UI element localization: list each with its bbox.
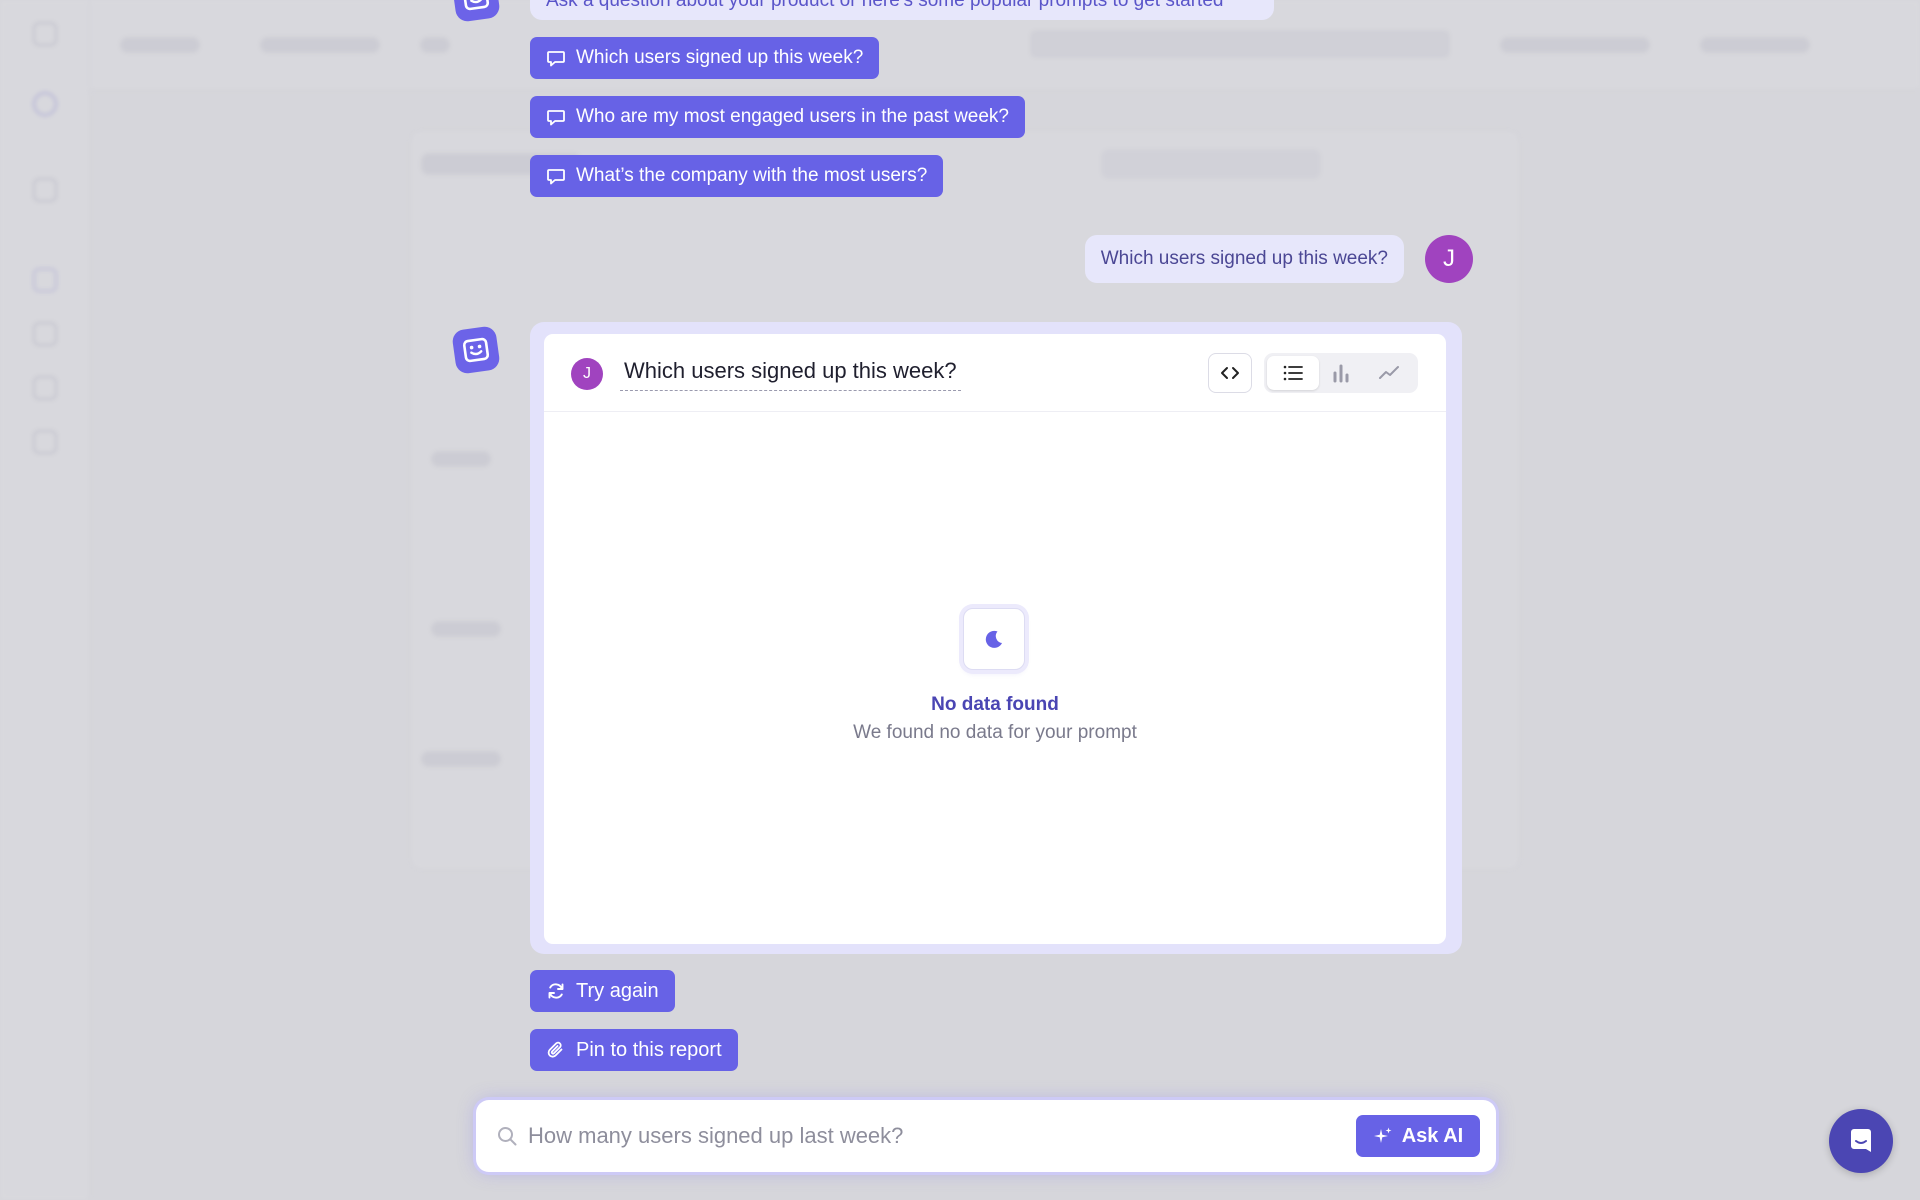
intro-message: Ask a question about your product or her…	[530, 0, 1274, 20]
support-chat-button[interactable]	[1829, 1109, 1893, 1173]
prompt-label: Who are my most engaged users in the pas…	[576, 106, 1010, 127]
user-message: Which users signed up this week?	[1084, 235, 1404, 283]
empty-state-title: No data found	[931, 694, 1059, 715]
empty-state-subtitle: We found no data for your prompt	[853, 722, 1137, 743]
result-header: J Which users signed up this week?	[544, 334, 1446, 412]
view-toggle	[1264, 353, 1418, 393]
view-code-button[interactable]	[1208, 353, 1252, 393]
sparkle-icon	[1373, 1127, 1392, 1143]
user-avatar: J	[1425, 235, 1473, 283]
try-again-label: Try again	[576, 979, 659, 1002]
pin-label: Pin to this report	[576, 1038, 722, 1061]
list-view-button[interactable]	[1267, 356, 1319, 390]
prompt-button-2[interactable]: Who are my most engaged users in the pas…	[530, 96, 1026, 138]
pin-to-report-button[interactable]: Pin to this report	[530, 1029, 738, 1071]
bar-chart-icon	[1333, 364, 1349, 383]
moon-icon	[963, 608, 1025, 670]
prompt-label: What’s the company with the most users?	[576, 165, 928, 186]
ask-bar: Ask AI	[476, 1100, 1496, 1172]
bot-avatar-icon	[451, 325, 501, 375]
chat-bubble-icon	[547, 51, 565, 67]
result-title[interactable]: Which users signed up this week?	[620, 358, 961, 391]
prompt-button-1[interactable]: Which users signed up this week?	[530, 37, 880, 79]
refresh-icon	[548, 983, 564, 999]
prompt-label: Which users signed up this week?	[576, 47, 864, 68]
list-icon	[1283, 365, 1303, 381]
bar-chart-view-button[interactable]	[1315, 356, 1367, 390]
chat-bubble-icon	[547, 110, 565, 126]
ask-ai-label: Ask AI	[1401, 1124, 1464, 1147]
code-icon	[1221, 367, 1239, 379]
ask-input[interactable]	[528, 1114, 1308, 1158]
line-chart-icon	[1379, 366, 1399, 379]
prompt-button-3[interactable]: What’s the company with the most users?	[530, 155, 944, 197]
ask-ai-button[interactable]: Ask AI	[1356, 1115, 1480, 1157]
paperclip-icon	[547, 1041, 563, 1058]
search-icon	[498, 1127, 517, 1146]
result-card: J Which users signed up this week? No da…	[544, 334, 1446, 944]
result-avatar: J	[571, 358, 603, 390]
result-frame: J Which users signed up this week? No da…	[530, 322, 1462, 954]
line-chart-view-button[interactable]	[1363, 356, 1415, 390]
messenger-icon	[1851, 1129, 1871, 1152]
try-again-button[interactable]: Try again	[530, 970, 675, 1012]
chat-bubble-icon	[547, 169, 565, 185]
